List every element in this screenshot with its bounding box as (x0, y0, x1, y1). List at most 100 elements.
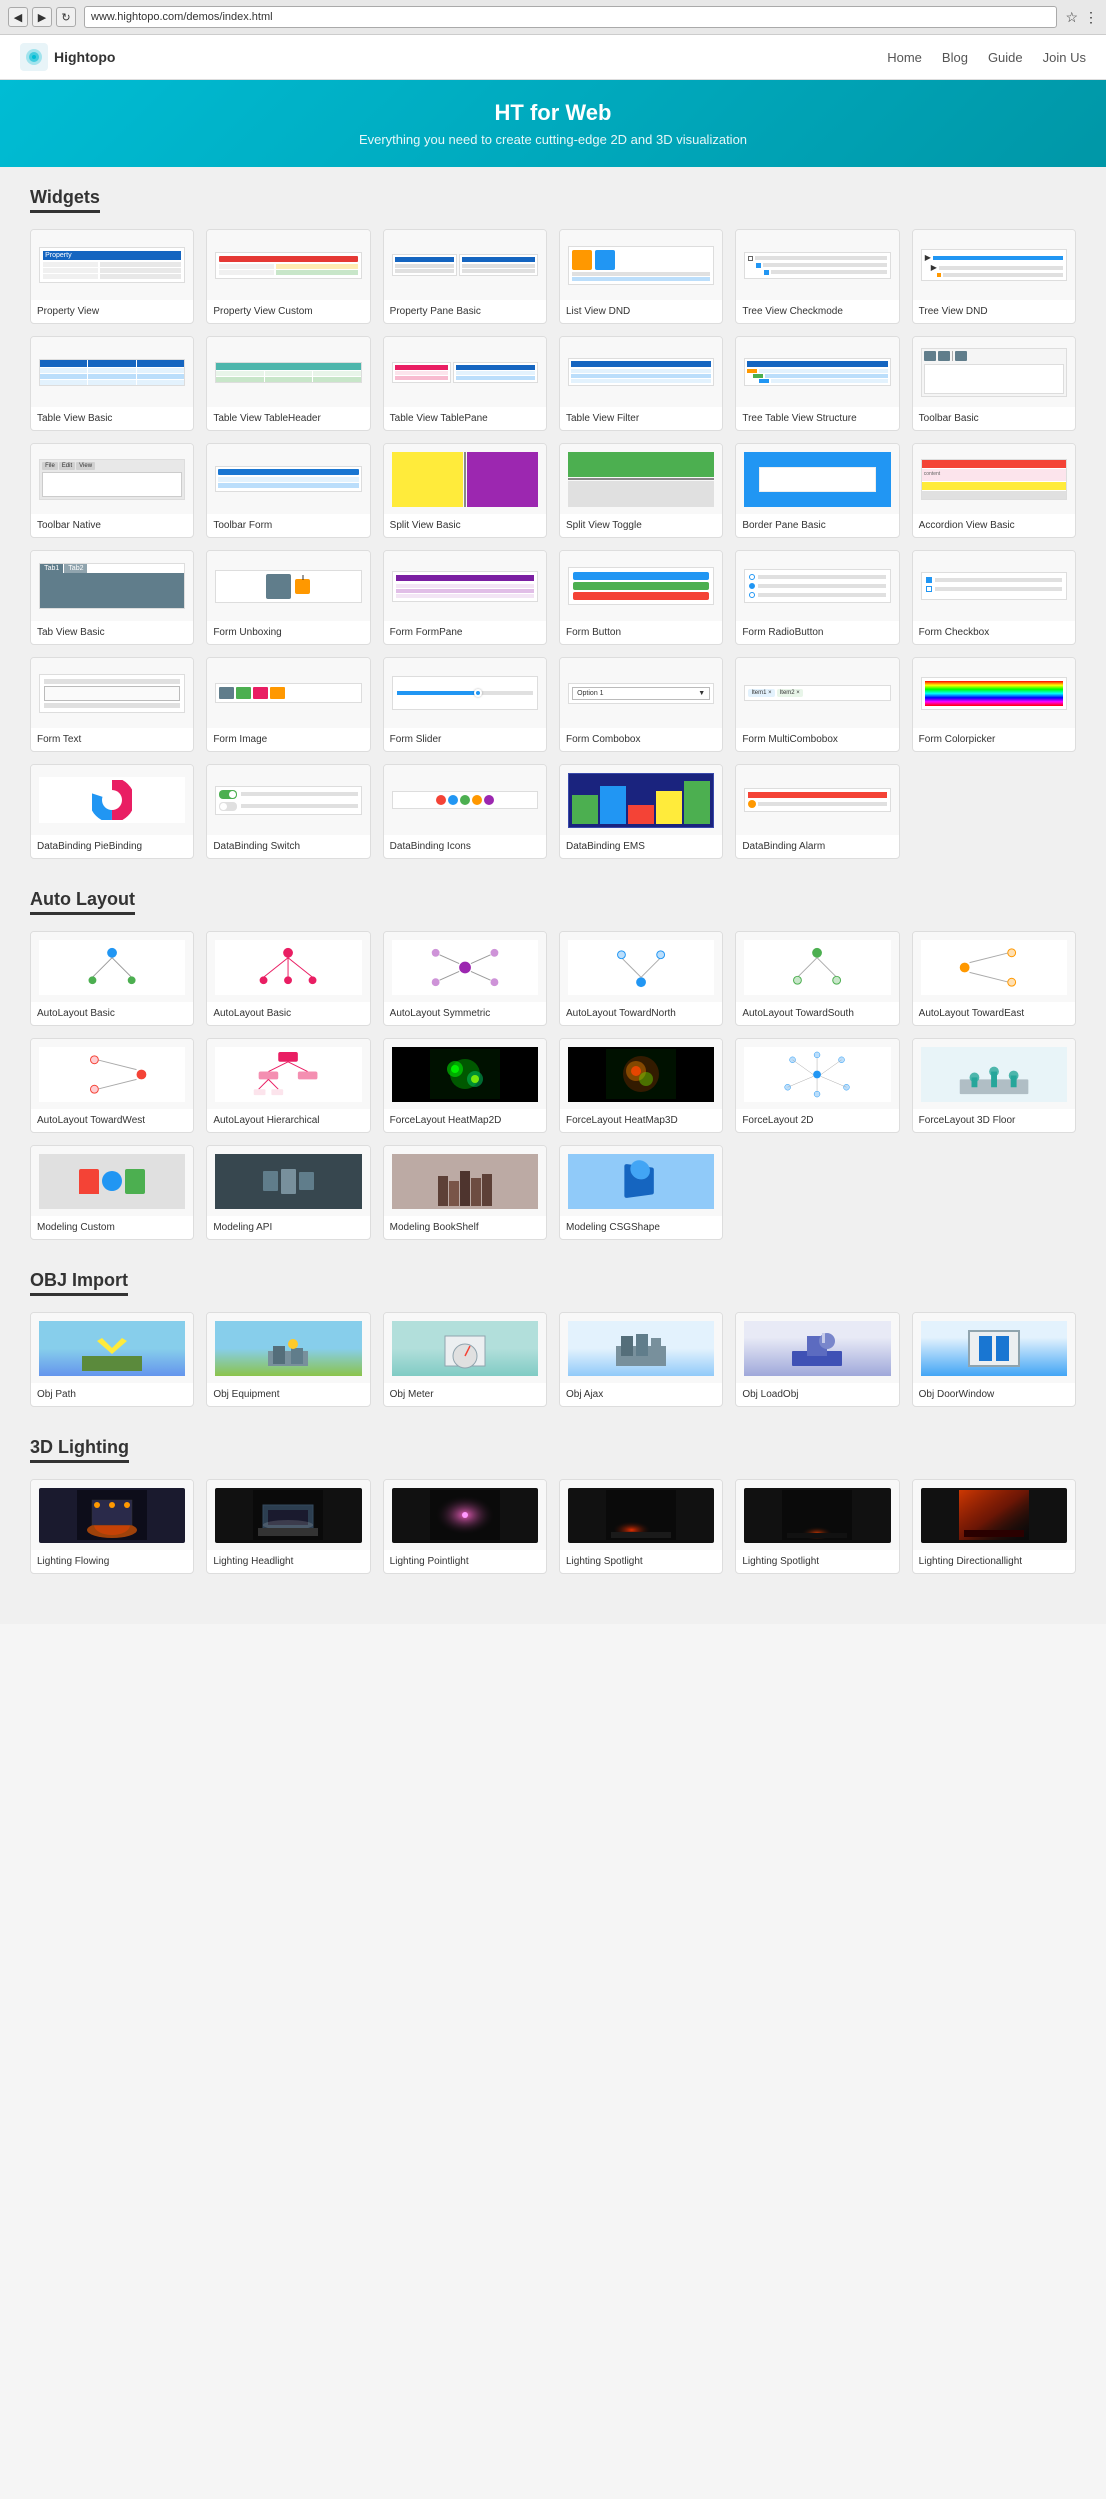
demo-card[interactable]: AutoLayout TowardSouth (735, 931, 899, 1026)
demo-card[interactable]: Lighting Spotlight (559, 1479, 723, 1574)
nav-blog[interactable]: Blog (942, 50, 968, 65)
demo-card[interactable]: AutoLayout TowardWest (30, 1038, 194, 1133)
section-3d-lighting: 3D Lighting Lighting Flowing Lighting He… (30, 1437, 1076, 1574)
demo-card[interactable]: Form Checkbox (912, 550, 1076, 645)
demo-card[interactable]: ▶ ▶ Tree View DND (912, 229, 1076, 324)
demo-card[interactable]: AutoLayout TowardEast (912, 931, 1076, 1026)
demo-card[interactable]: DataBinding Switch (206, 764, 370, 859)
demo-card[interactable]: ForceLayout HeatMap2D (383, 1038, 547, 1133)
demo-card-label: Modeling BookShelf (384, 1216, 546, 1239)
demo-card-label: Obj Path (31, 1383, 193, 1406)
demo-card[interactable]: Split View Toggle (559, 443, 723, 538)
demo-card[interactable]: Lighting Spotlight (735, 1479, 899, 1574)
demo-card[interactable]: AutoLayout Hierarchical (206, 1038, 370, 1133)
demo-card[interactable]: Table View TableHeader (206, 336, 370, 431)
demo-card[interactable]: Table View Filter (559, 336, 723, 431)
demo-card[interactable]: Tree Table View Structure (735, 336, 899, 431)
demo-card[interactable]: AutoLayout Basic (206, 931, 370, 1026)
hero-title: HT for Web (20, 100, 1086, 126)
demo-card[interactable]: ForceLayout HeatMap3D (559, 1038, 723, 1133)
demo-card[interactable]: DataBinding Icons (383, 764, 547, 859)
logo-text: Hightopo (54, 49, 115, 65)
nav-home[interactable]: Home (887, 50, 922, 65)
demo-card[interactable]: Property Pane Basic (383, 229, 547, 324)
section-title: 3D Lighting (30, 1437, 129, 1463)
demo-card[interactable]: Table View TablePane (383, 336, 547, 431)
demo-card[interactable]: Modeling BookShelf (383, 1145, 547, 1240)
nav-buttons[interactable]: ◀ ▶ ↻ (8, 7, 76, 27)
demo-card[interactable]: ForceLayout 3D Floor (912, 1038, 1076, 1133)
demo-card[interactable]: Obj Ajax (559, 1312, 723, 1407)
star-icon[interactable]: ☆ (1065, 9, 1078, 26)
demo-card-label: Modeling API (207, 1216, 369, 1239)
demo-card-label: Lighting Flowing (31, 1550, 193, 1573)
section-title: OBJ Import (30, 1270, 128, 1296)
demo-card[interactable]: Border Pane Basic (735, 443, 899, 538)
demo-card[interactable]: DataBinding Alarm (735, 764, 899, 859)
demo-card-label: ForceLayout 2D (736, 1109, 898, 1132)
demo-card[interactable]: Form Button (559, 550, 723, 645)
section-widgets: Widgets Property Property View Property … (30, 187, 1076, 859)
demo-card-label: AutoLayout TowardWest (31, 1109, 193, 1132)
demo-card-thumbnail (736, 1039, 898, 1109)
demo-card[interactable]: DataBinding PieBinding (30, 764, 194, 859)
demo-card-label: DataBinding EMS (560, 835, 722, 858)
demo-card[interactable]: Obj LoadObj (735, 1312, 899, 1407)
demo-card[interactable]: Option 1▼ Form Combobox (559, 657, 723, 752)
demo-card[interactable]: Modeling API (206, 1145, 370, 1240)
demo-card-label: Obj Equipment (207, 1383, 369, 1406)
demo-card[interactable]: Tab1 Tab2 Tab View Basic (30, 550, 194, 645)
menu-icon[interactable]: ⋮ (1084, 9, 1098, 26)
demo-card[interactable]: Modeling Custom (30, 1145, 194, 1240)
demo-card[interactable]: Obj Path (30, 1312, 194, 1407)
back-button[interactable]: ◀ (8, 7, 28, 27)
demo-card[interactable]: Lighting Flowing (30, 1479, 194, 1574)
demo-card[interactable]: AutoLayout Symmetric (383, 931, 547, 1026)
demo-card[interactable]: Obj Meter (383, 1312, 547, 1407)
demo-card[interactable]: Form Slider (383, 657, 547, 752)
demo-card[interactable]: Lighting Directionallight (912, 1479, 1076, 1574)
refresh-button[interactable]: ↻ (56, 7, 76, 27)
demo-card[interactable]: Property Property View (30, 229, 194, 324)
demo-card[interactable]: Form Unboxing (206, 550, 370, 645)
demo-card[interactable]: List View DND (559, 229, 723, 324)
demo-card[interactable]: Lighting Headlight (206, 1479, 370, 1574)
demo-card[interactable]: Lighting Pointlight (383, 1479, 547, 1574)
demo-card[interactable]: Form Image (206, 657, 370, 752)
demo-card[interactable]: Toolbar Basic (912, 336, 1076, 431)
demo-card[interactable]: Form Colorpicker (912, 657, 1076, 752)
demo-card[interactable]: Tree View Checkmode (735, 229, 899, 324)
demo-card-label: Table View TableHeader (207, 407, 369, 430)
main-content: Widgets Property Property View Property … (0, 167, 1106, 1624)
demo-card[interactable]: File Edit View Toolbar Native (30, 443, 194, 538)
forward-button[interactable]: ▶ (32, 7, 52, 27)
demo-card[interactable]: Property View Custom (206, 229, 370, 324)
demo-card[interactable]: Modeling CSGShape (559, 1145, 723, 1240)
demo-card[interactable]: AutoLayout Basic (30, 931, 194, 1026)
demo-card[interactable]: AutoLayout TowardNorth (559, 931, 723, 1026)
demo-card[interactable]: Obj DoorWindow (912, 1312, 1076, 1407)
demo-card[interactable]: Split View Basic (383, 443, 547, 538)
demo-card-label: Form Colorpicker (913, 728, 1075, 751)
demo-card-thumbnail (913, 932, 1075, 1002)
address-bar[interactable]: www.hightopo.com/demos/index.html (84, 6, 1057, 28)
demo-card-label: Tree View Checkmode (736, 300, 898, 323)
demo-card[interactable]: Item1 × Item2 × Form MultiCombobox (735, 657, 899, 752)
browser-icons[interactable]: ☆ ⋮ (1065, 9, 1098, 26)
demo-card[interactable]: Toolbar Form (206, 443, 370, 538)
demo-card[interactable]: Table View Basic (30, 336, 194, 431)
demo-card-label: Form Combobox (560, 728, 722, 751)
demo-card-thumbnail (384, 1480, 546, 1550)
nav-guide[interactable]: Guide (988, 50, 1023, 65)
demo-card[interactable]: DataBinding EMS (559, 764, 723, 859)
demo-card[interactable]: Form RadioButton (735, 550, 899, 645)
demo-card-thumbnail (384, 658, 546, 728)
nav-links[interactable]: Home Blog Guide Join Us (887, 50, 1086, 65)
demo-card[interactable]: Form Text (30, 657, 194, 752)
demo-card[interactable]: Form FormPane (383, 550, 547, 645)
demo-card-label: Tab View Basic (31, 621, 193, 644)
nav-join[interactable]: Join Us (1043, 50, 1086, 65)
demo-card[interactable]: Obj Equipment (206, 1312, 370, 1407)
demo-card[interactable]: ForceLayout 2D (735, 1038, 899, 1133)
demo-card[interactable]: content Accordion View Basic (912, 443, 1076, 538)
